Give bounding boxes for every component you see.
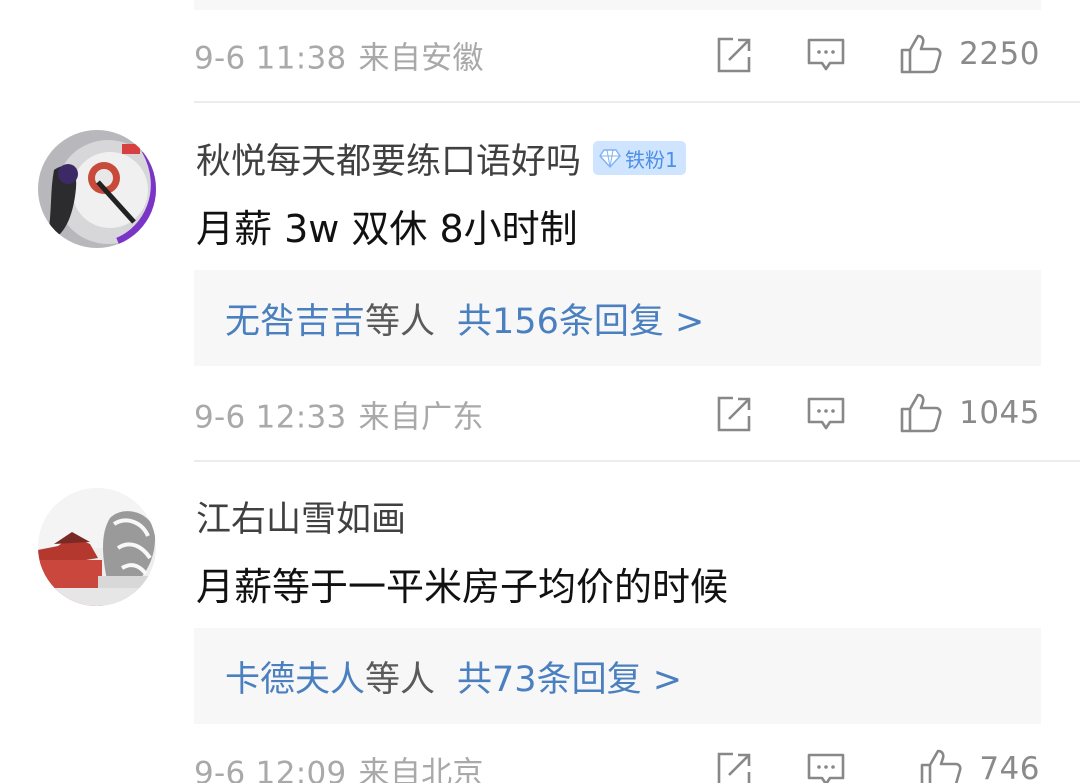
comment-date: 9-6 12:09 [194, 755, 347, 783]
replies-preview[interactable]: 无咎吉吉 等人 共156条回复 > [194, 270, 1041, 366]
like-count: 2250 [959, 36, 1040, 72]
replies-preview[interactable]: 卡德夫人 等人 共73条回复 > [194, 628, 1041, 724]
like-count: 1045 [959, 395, 1040, 431]
comment-date: 9-6 12:33 [194, 399, 347, 436]
share-button[interactable] [714, 394, 754, 434]
username-text: 秋悦每天都要练口语好吗 [196, 141, 582, 182]
comment-feed: 9-6 11:38 来自安徽 2250 秋悦每天都要练口语好吗 铁粉1 月薪 3… [0, 0, 1080, 783]
comment-button[interactable] [806, 394, 846, 434]
like-button[interactable]: 746 [919, 747, 1040, 783]
username[interactable]: 秋悦每天都要练口语好吗 铁粉1 [196, 136, 686, 182]
reply-total-link[interactable]: 共156条回复 > [457, 293, 704, 344]
reply-names[interactable]: 无咎吉吉 [225, 293, 365, 344]
diamond-icon [599, 149, 621, 169]
comment-icon [807, 38, 845, 71]
share-icon [717, 396, 751, 432]
previous-reply-box[interactable] [194, 0, 1041, 10]
divider [194, 101, 1080, 103]
reply-etc: 等人 [365, 659, 436, 700]
comment-location: 来自北京 [358, 755, 484, 783]
thumbs-up-icon [900, 34, 942, 74]
comment-meta: 9-6 11:38 来自安徽 [194, 33, 484, 78]
thumbs-up-icon [900, 393, 942, 433]
reply-total-link[interactable]: 共73条回复 > [457, 651, 682, 702]
divider [194, 460, 1080, 462]
avatar[interactable] [38, 488, 156, 606]
like-button[interactable]: 1045 [899, 391, 1040, 435]
avatar[interactable] [38, 130, 156, 248]
comment-text: 月薪 3w 双休 8小时制 [196, 207, 578, 251]
comment-text: 月薪等于一平米房子均价的时候 [196, 565, 729, 609]
reply-etc: 等人 [365, 301, 436, 342]
username-text: 江右山雪如画 [196, 499, 407, 540]
fan-badge[interactable]: 铁粉1 [593, 141, 686, 175]
comment-button[interactable] [806, 750, 846, 783]
reply-names[interactable]: 卡德夫人 [225, 651, 365, 702]
comment-button[interactable] [806, 35, 846, 75]
share-icon [717, 37, 751, 73]
share-icon [717, 752, 751, 783]
badge-label: 铁粉1 [625, 147, 678, 172]
like-button[interactable]: 2250 [899, 32, 1040, 76]
thumbs-up-icon [921, 749, 962, 783]
comment-meta-row: 9-6 12:09 来自北京 746 [194, 745, 1040, 783]
username[interactable]: 江右山雪如画 [196, 494, 406, 540]
comment-meta: 9-6 12:09 来自北京 [194, 748, 484, 783]
comment-date: 9-6 11:38 [194, 40, 347, 77]
like-count: 746 [979, 751, 1040, 783]
comment-icon [807, 397, 845, 430]
comment-icon [807, 753, 845, 783]
share-button[interactable] [714, 35, 754, 75]
share-button[interactable] [714, 750, 754, 783]
comment-meta: 9-6 12:33 来自广东 [194, 392, 484, 437]
comment-meta-row: 9-6 11:38 来自安徽 2250 [194, 30, 1040, 80]
comment-location: 来自广东 [358, 399, 484, 436]
comment-meta-row: 9-6 12:33 来自广东 1045 [194, 389, 1040, 439]
comment-location: 来自安徽 [358, 40, 484, 77]
